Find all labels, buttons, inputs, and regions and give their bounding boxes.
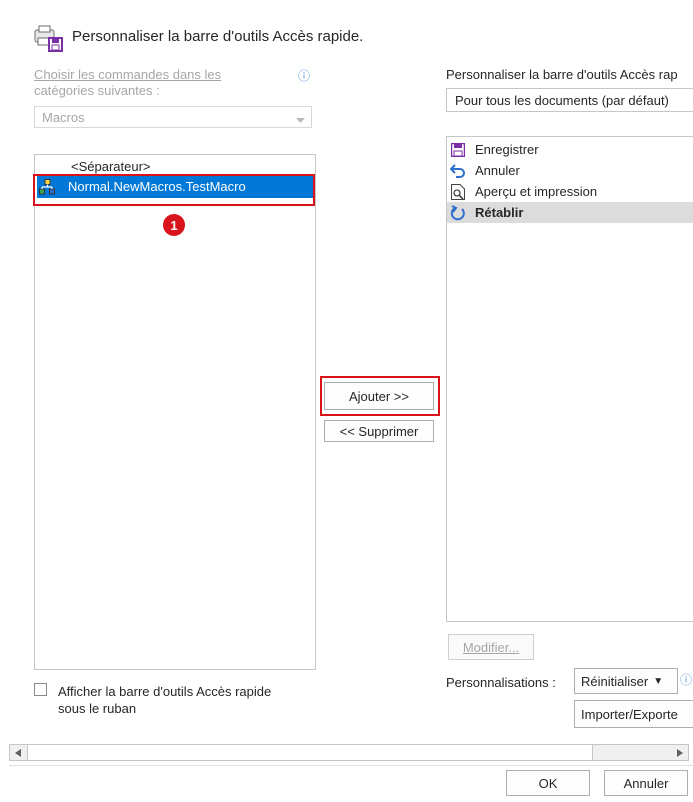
commands-dropdown[interactable]: Macros [34,106,312,128]
choose-label-line2: catégories suivantes : [34,83,160,98]
customize-toolbar-label: Personnaliser la barre d'outils Accès ra… [446,67,678,82]
callout-1: 1 [163,214,185,236]
remove-button[interactable]: << Supprimer [324,420,434,442]
modify-button-label: Modifier... [462,639,520,655]
toolbar-commands-list[interactable]: Enregistrer Annuler Aperçu et impression [446,136,693,622]
import-export-button-label: Importer/Exporte [581,706,678,722]
list-item-print-preview[interactable]: Aperçu et impression [447,181,693,202]
checkbox-label-line1: Afficher la barre d'outils Accès rapide [58,684,272,699]
list-item-save[interactable]: Enregistrer [447,139,693,160]
reset-dropdown-arrow-icon: ▼ [653,675,664,687]
reset-button[interactable]: Réinitialiser ▼ [574,668,678,694]
modify-button[interactable]: Modifier... [448,634,534,660]
show-below-ribbon-label[interactable]: Afficher la barre d'outils Accès rapide … [58,683,271,717]
list-item-label: Enregistrer [475,142,539,157]
list-item-label: Annuler [475,163,520,178]
list-item-label: <Séparateur> [71,159,151,174]
save-icon [447,142,469,157]
horizontal-scrollbar[interactable] [9,744,689,761]
info-icon[interactable]: ⓘ [298,67,310,84]
ok-button[interactable]: OK [506,770,590,796]
footer-divider [9,765,693,766]
list-item-undo[interactable]: Annuler [447,160,693,181]
customizations-info-icon[interactable]: ⓘ [680,671,692,688]
scope-dropdown-value: Pour tous les documents (par défaut) [455,93,669,108]
customizations-label: Personnalisations : [446,675,556,690]
choose-label-line1: Choisir les commandes dans les [34,67,222,82]
list-item-label: Rétablir [475,205,524,220]
print-preview-icon [447,183,469,200]
cancel-button-label: Annuler [623,775,669,791]
show-below-ribbon-checkbox[interactable] [34,683,47,696]
cancel-button[interactable]: Annuler [604,770,688,796]
chevron-down-icon [296,112,305,127]
remove-button-label: << Supprimer [339,423,419,439]
list-item-label: Aperçu et impression [475,184,598,199]
dialog-title: Personnaliser la barre d'outils Accès ra… [72,28,364,45]
list-item-redo[interactable]: Rétablir [447,202,693,223]
commands-dropdown-value: Macros [42,110,85,125]
list-item-separator[interactable]: <Séparateur> [35,157,315,175]
highlight-box-1 [33,174,315,206]
scroll-left-button[interactable] [10,745,26,760]
import-export-button[interactable]: Importer/Exporte [574,700,693,728]
scope-dropdown[interactable]: Pour tous les documents (par défaut) [446,88,693,112]
checkbox-label-line2: sous le ruban [58,701,137,716]
redo-icon [447,204,469,221]
ok-button-label: OK [538,775,558,791]
highlight-box-2 [320,376,440,416]
reset-button-label: Réinitialiser [581,673,649,689]
undo-icon [447,163,469,178]
choose-commands-label: Choisir les commandes dans les catégorie… [34,67,221,99]
header-icon [34,24,64,52]
scroll-right-button[interactable] [672,745,688,760]
scroll-thumb[interactable] [27,745,593,760]
